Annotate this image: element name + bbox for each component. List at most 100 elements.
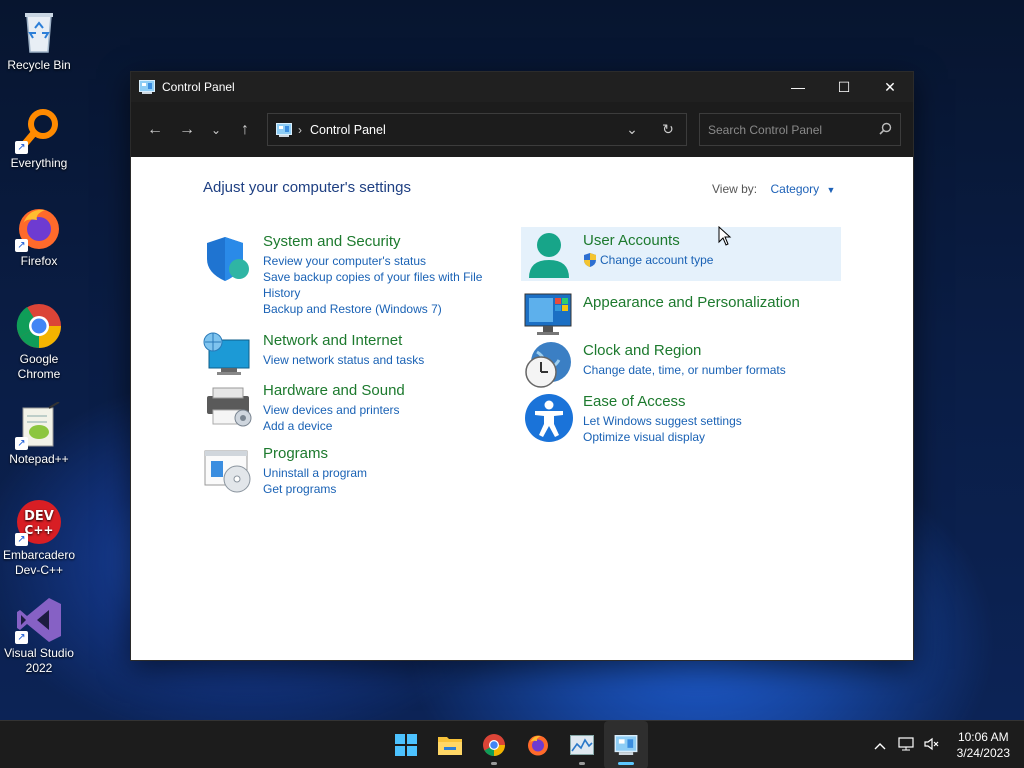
clock[interactable]: 10:06 AM 3/24/2023 <box>957 729 1010 761</box>
shortcut-arrow-icon: ↗ <box>15 631 28 644</box>
maximize-icon: ☐ <box>837 78 851 95</box>
category-link[interactable]: Review your computer's status <box>263 253 493 269</box>
svg-text:DEV: DEV <box>24 509 54 524</box>
content-area: Adjust your computer's settings View by:… <box>131 157 913 660</box>
category-title[interactable]: Hardware and Sound <box>263 382 405 400</box>
start-button[interactable] <box>384 721 428 768</box>
shortcut-arrow-icon: ↗ <box>15 141 28 154</box>
view-by-label: View by: <box>712 182 758 196</box>
volume-button[interactable] <box>919 737 945 754</box>
category-ease-of-access: Ease of Access Let Windows suggest setti… <box>523 393 742 445</box>
desktop-icon-label: Notepad++ <box>9 452 69 466</box>
desktop-icon-dev-cpp[interactable]: DEV C++ ↗ Embarcadero Dev-C++ <box>0 498 78 578</box>
taskbar-chrome[interactable] <box>472 721 516 768</box>
chrome-icon <box>483 734 505 756</box>
category-link-row: Change account type <box>583 252 713 268</box>
category-title[interactable]: Ease of Access <box>583 393 742 411</box>
desktop-icon-label: Google Chrome <box>17 352 61 381</box>
category-title[interactable]: System and Security <box>263 233 493 251</box>
speaker-muted-icon <box>924 737 939 750</box>
recent-locations-button[interactable]: ⌄ <box>203 114 229 146</box>
refresh-button[interactable]: ↻ <box>650 121 686 138</box>
category-link[interactable]: Backup and Restore (Windows 7) <box>263 301 493 317</box>
taskbar-apps <box>384 721 648 768</box>
show-hidden-icons-button[interactable] <box>867 738 893 753</box>
notepad-plus-plus-icon: ↗ <box>15 401 63 450</box>
category-title[interactable]: Appearance and Personalization <box>583 294 800 312</box>
desktop-icon-visual-studio[interactable]: ↗ Visual Studio 2022 <box>0 596 78 676</box>
desktop-icon-firefox[interactable]: ↗ Firefox <box>0 204 78 269</box>
mouse-cursor-icon <box>718 226 732 246</box>
arrow-up-icon: ↑ <box>241 120 249 138</box>
page-heading: Adjust your computer's settings <box>203 179 411 196</box>
title-bar[interactable]: Control Panel — ☐ ✕ <box>131 72 913 102</box>
close-button[interactable]: ✕ <box>867 72 913 102</box>
category-user-accounts: User Accounts Change account type <box>523 230 713 280</box>
category-link[interactable]: Save backup copies of your files with Fi… <box>263 269 493 301</box>
shortcut-arrow-icon: ↗ <box>15 533 28 546</box>
task-manager-icon <box>570 735 594 755</box>
arrow-right-icon: → <box>179 120 195 138</box>
visual-studio-icon: ↗ <box>15 596 63 644</box>
maximize-button[interactable]: ☐ <box>821 72 867 102</box>
clock-globe-icon <box>523 340 573 390</box>
window-title: Control Panel <box>162 80 235 94</box>
view-by: View by: Category ▼ <box>712 182 835 196</box>
category-network-and-internet: Network and Internet View network status… <box>203 332 424 382</box>
network-icon <box>898 736 914 750</box>
shield-icon <box>203 233 253 283</box>
up-button[interactable]: ↑ <box>229 114 261 146</box>
taskbar-task-manager[interactable] <box>560 721 604 768</box>
control-panel-icon <box>276 122 292 137</box>
category-title[interactable]: User Accounts <box>583 232 713 250</box>
programs-icon <box>203 445 253 495</box>
category-link[interactable]: Uninstall a program <box>263 465 367 481</box>
address-bar[interactable]: › Control Panel ⌄ ↻ <box>267 113 687 146</box>
category-programs: Programs Uninstall a program Get program… <box>203 445 367 497</box>
recycle-bin-icon <box>15 8 63 56</box>
category-link[interactable]: Get programs <box>263 481 367 497</box>
dev-cpp-icon: DEV C++ ↗ <box>15 498 63 546</box>
address-dropdown-button[interactable]: ⌄ <box>614 121 650 138</box>
search-box[interactable] <box>699 113 901 146</box>
desktop-icon-everything[interactable]: ↗ Everything <box>0 106 78 171</box>
category-link[interactable]: Add a device <box>263 418 405 434</box>
desktop-icon-label: Recycle Bin <box>7 58 71 72</box>
chevron-up-icon <box>874 742 886 749</box>
minimize-icon: — <box>791 79 805 95</box>
desktop-icon-recycle-bin[interactable]: Recycle Bin <box>0 8 78 73</box>
control-panel-icon <box>614 735 638 755</box>
category-link[interactable]: View devices and printers <box>263 402 405 418</box>
category-hardware-and-sound: Hardware and Sound View devices and prin… <box>203 382 405 434</box>
category-title[interactable]: Programs <box>263 445 367 463</box>
category-link[interactable]: Change account type <box>600 252 713 268</box>
category-link[interactable]: Change date, time, or number formats <box>583 362 786 378</box>
taskbar: 10:06 AM 3/24/2023 <box>0 720 1024 768</box>
category-link[interactable]: View network status and tasks <box>263 352 424 368</box>
caret-down-icon[interactable]: ▼ <box>827 185 836 195</box>
svg-text:C++: C++ <box>25 523 54 537</box>
category-title[interactable]: Clock and Region <box>583 342 786 360</box>
everything-icon: ↗ <box>15 106 63 154</box>
breadcrumb-control-panel[interactable]: Control Panel <box>310 123 614 137</box>
network-button[interactable] <box>893 736 919 754</box>
desktop-icon-notepad-plus-plus[interactable]: ↗ Notepad++ <box>0 401 78 467</box>
category-title[interactable]: Network and Internet <box>263 332 424 350</box>
taskbar-firefox[interactable] <box>516 721 560 768</box>
back-button[interactable]: ← <box>139 114 171 146</box>
view-by-dropdown[interactable]: Category <box>770 182 819 196</box>
taskbar-file-explorer[interactable] <box>428 721 472 768</box>
desktop-icon-google-chrome[interactable]: Google Chrome <box>0 302 78 382</box>
navigation-bar: ← → ⌄ ↑ › Control Panel ⌄ ↻ <box>131 102 913 157</box>
category-link[interactable]: Let Windows suggest settings <box>583 413 742 429</box>
taskbar-control-panel[interactable] <box>604 721 648 768</box>
search-input[interactable] <box>708 122 879 137</box>
forward-button[interactable]: → <box>171 114 203 146</box>
category-link[interactable]: Optimize visual display <box>583 429 742 445</box>
category-clock-and-region: Clock and Region Change date, time, or n… <box>523 340 786 390</box>
minimize-button[interactable]: — <box>775 72 821 102</box>
running-indicator <box>491 762 497 765</box>
desktop-icon-label: Everything <box>10 156 68 170</box>
search-icon[interactable] <box>879 122 892 138</box>
globe-network-icon <box>203 332 253 382</box>
